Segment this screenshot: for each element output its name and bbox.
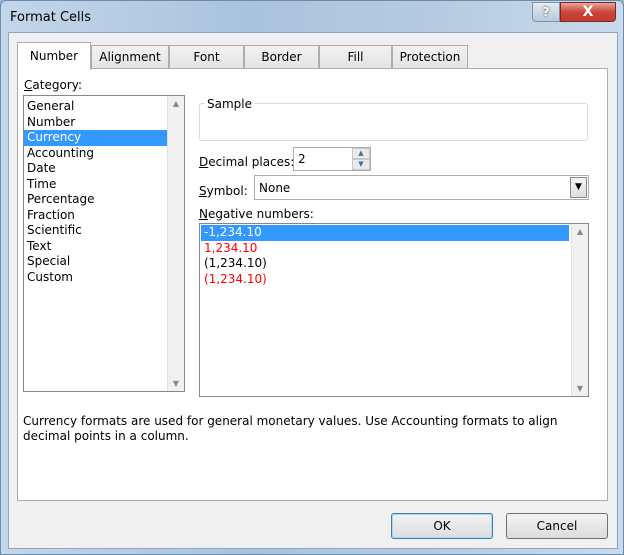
spin-up-icon[interactable]: ▲	[352, 148, 370, 159]
category-label: Category:	[24, 78, 82, 92]
negative-format-item[interactable]: 1,234.10	[201, 241, 569, 257]
category-item-custom[interactable]: Custom	[24, 270, 184, 286]
category-scrollbar[interactable]: ▲ ▼	[167, 96, 184, 391]
tab-alignment[interactable]: Alignment	[91, 45, 169, 69]
category-item-scientific[interactable]: Scientific	[24, 223, 184, 239]
spin-down-icon[interactable]: ▼	[352, 159, 370, 170]
close-button[interactable]: X	[560, 2, 616, 22]
category-item-date[interactable]: Date	[24, 161, 184, 177]
dialog-title: Format Cells	[10, 10, 92, 25]
dialog-body: Number Alignment Font Border Fill Protec…	[8, 32, 618, 549]
tab-font[interactable]: Font	[169, 45, 244, 69]
category-item-text[interactable]: Text	[24, 239, 184, 255]
cancel-button[interactable]: Cancel	[506, 513, 608, 539]
category-item-general[interactable]: General	[24, 99, 184, 115]
negative-scrollbar[interactable]: ▲ ▼	[571, 224, 588, 396]
category-item-special[interactable]: Special	[24, 254, 184, 270]
scroll-down-icon[interactable]: ▼	[572, 384, 588, 393]
negative-numbers-label: Negative numbers:	[199, 207, 314, 221]
negative-format-item[interactable]: (1,234.10)	[201, 272, 569, 288]
format-description: Currency formats are used for general mo…	[23, 414, 558, 443]
negative-format-item[interactable]: (1,234.10)	[201, 256, 569, 272]
decimal-places-spinner[interactable]: 2 ▲ ▼	[293, 147, 371, 171]
category-item-accounting[interactable]: Accounting	[24, 146, 184, 162]
decimal-places-input[interactable]: 2	[298, 152, 306, 166]
scroll-up-icon[interactable]: ▲	[572, 227, 588, 236]
format-cells-dialog: Format Cells ? X Number Alignment Font B…	[0, 0, 624, 555]
category-item-time[interactable]: Time	[24, 177, 184, 193]
category-list[interactable]: General Number Currency Accounting Date Time P…	[23, 95, 185, 392]
number-tab-panel: Category: General Number Currency Accountin…	[17, 68, 608, 501]
category-item-number[interactable]: Number	[24, 115, 184, 131]
symbol-label: Symbol:	[199, 184, 248, 198]
scroll-down-icon[interactable]: ▼	[168, 379, 184, 388]
help-button[interactable]: ?	[532, 2, 560, 22]
chevron-down-icon[interactable]: ▼	[570, 177, 587, 198]
symbol-value: None	[259, 181, 291, 195]
category-item-fraction[interactable]: Fraction	[24, 208, 184, 224]
negative-numbers-list[interactable]: -1,234.10 1,234.10 (1,234.10) (1,234.10) ▲ …	[199, 223, 589, 397]
decimal-places-label: Decimal places:	[199, 155, 295, 169]
category-item-percentage[interactable]: Percentage	[24, 192, 184, 208]
tab-number[interactable]: Number	[17, 42, 91, 70]
scroll-up-icon[interactable]: ▲	[168, 99, 184, 108]
negative-format-item[interactable]: -1,234.10	[201, 225, 569, 241]
category-item-currency[interactable]: Currency	[24, 130, 184, 146]
sample-label: Sample	[205, 97, 254, 111]
symbol-dropdown[interactable]: None ▼	[254, 175, 589, 200]
sample-group: Sample	[199, 97, 588, 141]
ok-button[interactable]: OK	[391, 513, 493, 539]
tab-border[interactable]: Border	[244, 45, 319, 69]
tab-fill[interactable]: Fill	[319, 45, 392, 69]
tab-protection[interactable]: Protection	[392, 45, 468, 69]
